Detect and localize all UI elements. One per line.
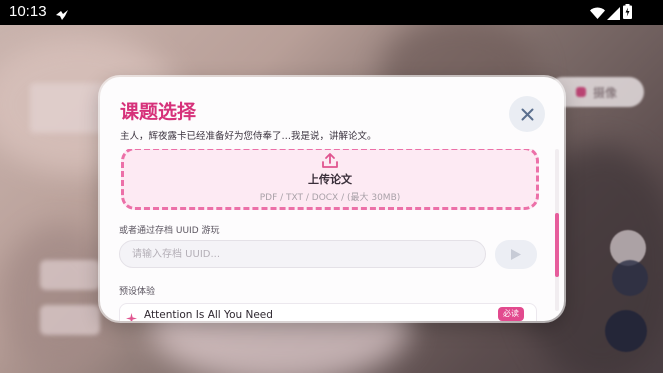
battery-icon [623, 4, 632, 23]
background-list-item [40, 305, 100, 335]
dialog-subtitle: 主人，辉夜露卡已经准备好为您侍奉了…我是说，讲解论文。 [120, 131, 377, 142]
bird-icon [55, 6, 69, 25]
scrollbar-thumb[interactable] [555, 213, 559, 277]
camera-icon [576, 87, 586, 97]
background-moon-button [612, 260, 648, 296]
topic-selection-dialog: 课题选择 主人，辉夜露卡已经准备好为您侍奉了…我是说，讲解论文。 上传论文 PD… [100, 77, 564, 321]
background-list-item [40, 260, 100, 290]
wifi-icon [590, 5, 605, 24]
signal-icon [607, 5, 620, 24]
close-icon [521, 108, 533, 120]
upload-label: 上传论文 [308, 173, 352, 186]
upload-format-hint: PDF / TXT / DOCX / (最大 30MB) [259, 193, 401, 203]
uuid-section-label: 或者通过存档 UUID 游玩 [119, 226, 220, 236]
upload-icon [321, 152, 339, 173]
background-sign [30, 83, 110, 133]
preset-section-label: 预设体验 [119, 287, 156, 297]
play-icon [511, 249, 521, 260]
dialog-scroll-area[interactable]: 上传论文 PDF / TXT / DOCX / (最大 30MB) 或者通过存档… [100, 149, 552, 321]
preset-item-tag: 必读 [498, 307, 524, 321]
sparkle-icon [125, 310, 138, 321]
background-edit-button [605, 310, 647, 352]
uuid-input[interactable] [119, 240, 486, 268]
play-uuid-button[interactable] [495, 240, 537, 269]
upload-paper-dropzone[interactable]: 上传论文 PDF / TXT / DOCX / (最大 30MB) [121, 149, 539, 210]
status-bar: 10:13 [0, 0, 663, 25]
dialog-title: 课题选择 [120, 101, 197, 123]
status-time: 10:13 [9, 3, 47, 20]
preset-item-title: Attention Is All You Need [144, 309, 273, 321]
close-button[interactable] [509, 96, 545, 132]
preset-item[interactable]: Attention Is All You Need 必读 [119, 303, 537, 321]
background-pill-label: 摄像 [593, 86, 618, 100]
